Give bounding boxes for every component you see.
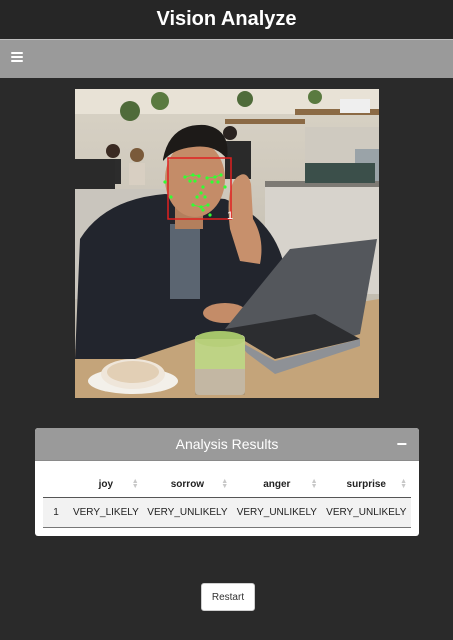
sort-icon[interactable]: ▲ ▼ [221,478,228,490]
row-index: 1 [43,497,69,528]
table-row: 1 VERY_LIKELY VERY_UNLIKELY VERY_UNLIKEL… [43,497,411,528]
collapse-icon[interactable]: − [396,434,407,454]
column-header-index [43,471,69,498]
results-header[interactable]: Analysis Results − [35,428,419,461]
column-header-anger[interactable]: anger ▲ ▼ [232,471,322,498]
hamburger-menu-icon[interactable] [11,52,23,64]
column-header-joy[interactable]: joy ▲ ▼ [69,471,143,498]
cell-sorrow: VERY_UNLIKELY [142,497,233,528]
analysis-results-panel: Analysis Results − joy ▲ ▼ sorrow ▲ ▼ anger ▲… [35,428,419,536]
restart-button[interactable]: Restart [201,583,255,611]
app-header: Vision Analyze [0,0,453,39]
toolbar [0,39,453,78]
column-header-sorrow[interactable]: sorrow ▲ ▼ [142,471,233,498]
sort-icon[interactable]: ▲ ▼ [132,478,139,490]
sort-icon[interactable]: ▲ ▼ [311,478,318,490]
app-title: Vision Analyze [156,8,297,30]
table-header-row: joy ▲ ▼ sorrow ▲ ▼ anger ▲ ▼ surprise ▲ ▼ [43,471,411,498]
cell-anger: VERY_UNLIKELY [232,497,322,528]
face-box-label: 1 [227,210,233,222]
cell-surprise: VERY_UNLIKELY [321,497,411,528]
results-title: Analysis Results [175,436,279,452]
analyzed-photo: 1 [75,89,379,398]
results-table: joy ▲ ▼ sorrow ▲ ▼ anger ▲ ▼ surprise ▲ ▼ 1 VERY… [43,471,411,528]
column-header-surprise[interactable]: surprise ▲ ▼ [321,471,411,498]
sort-icon[interactable]: ▲ ▼ [400,478,407,490]
cell-joy: VERY_LIKELY [69,497,143,528]
